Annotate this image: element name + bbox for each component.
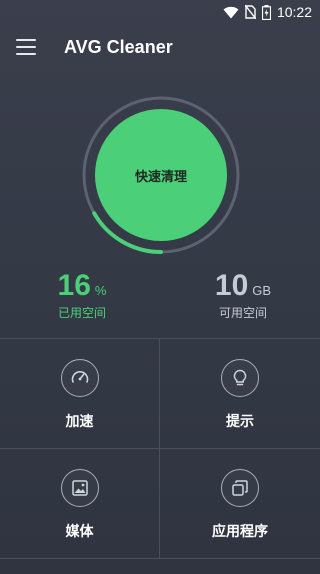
speed-up-tile[interactable]: 加速 xyxy=(0,339,160,449)
status-bar: 10:22 xyxy=(0,0,320,24)
free-space-stat: 10 GB 可用空间 xyxy=(183,270,303,321)
free-space-unit: GB xyxy=(252,283,272,298)
app-bar: AVG Cleaner xyxy=(0,24,320,70)
storage-gauge: 快速清理 xyxy=(80,94,242,256)
tips-tile[interactable]: 提示 xyxy=(160,339,320,449)
status-time: 10:22 xyxy=(276,4,312,20)
media-tile[interactable]: 媒体 xyxy=(0,449,160,559)
wifi-icon xyxy=(223,6,239,18)
lightbulb-icon xyxy=(233,369,247,386)
bottom-divider xyxy=(0,558,320,559)
tips-label: 提示 xyxy=(226,414,254,430)
media-label: 媒体 xyxy=(65,524,94,540)
used-space-value: 16 xyxy=(57,269,91,302)
free-space-caption: 可用空间 xyxy=(218,306,267,320)
free-space-value: 10 xyxy=(214,269,249,302)
apps-tile[interactable]: 应用程序 xyxy=(160,449,320,559)
storage-stats: 16% 已用空间 10 GB 可用空间 xyxy=(0,270,320,326)
speed-up-label: 加速 xyxy=(65,414,94,430)
speedometer-icon xyxy=(71,371,88,383)
quick-clean-button[interactable]: 快速清理 xyxy=(95,109,227,241)
used-space-caption: 已用空间 xyxy=(57,306,106,320)
apps-label: 应用程序 xyxy=(212,524,268,540)
battery-charging-icon xyxy=(261,4,271,20)
used-space-stat: 16% 已用空间 xyxy=(22,270,142,321)
used-space-unit: % xyxy=(94,283,107,298)
hamburger-menu-icon[interactable] xyxy=(16,39,36,55)
feature-grid: 加速 提示 媒体 应用程序 xyxy=(0,338,320,561)
photo-icon xyxy=(71,480,88,496)
apps-icon xyxy=(232,480,248,496)
app-title: AVG Cleaner xyxy=(64,36,173,57)
no-sim-icon xyxy=(244,5,256,19)
